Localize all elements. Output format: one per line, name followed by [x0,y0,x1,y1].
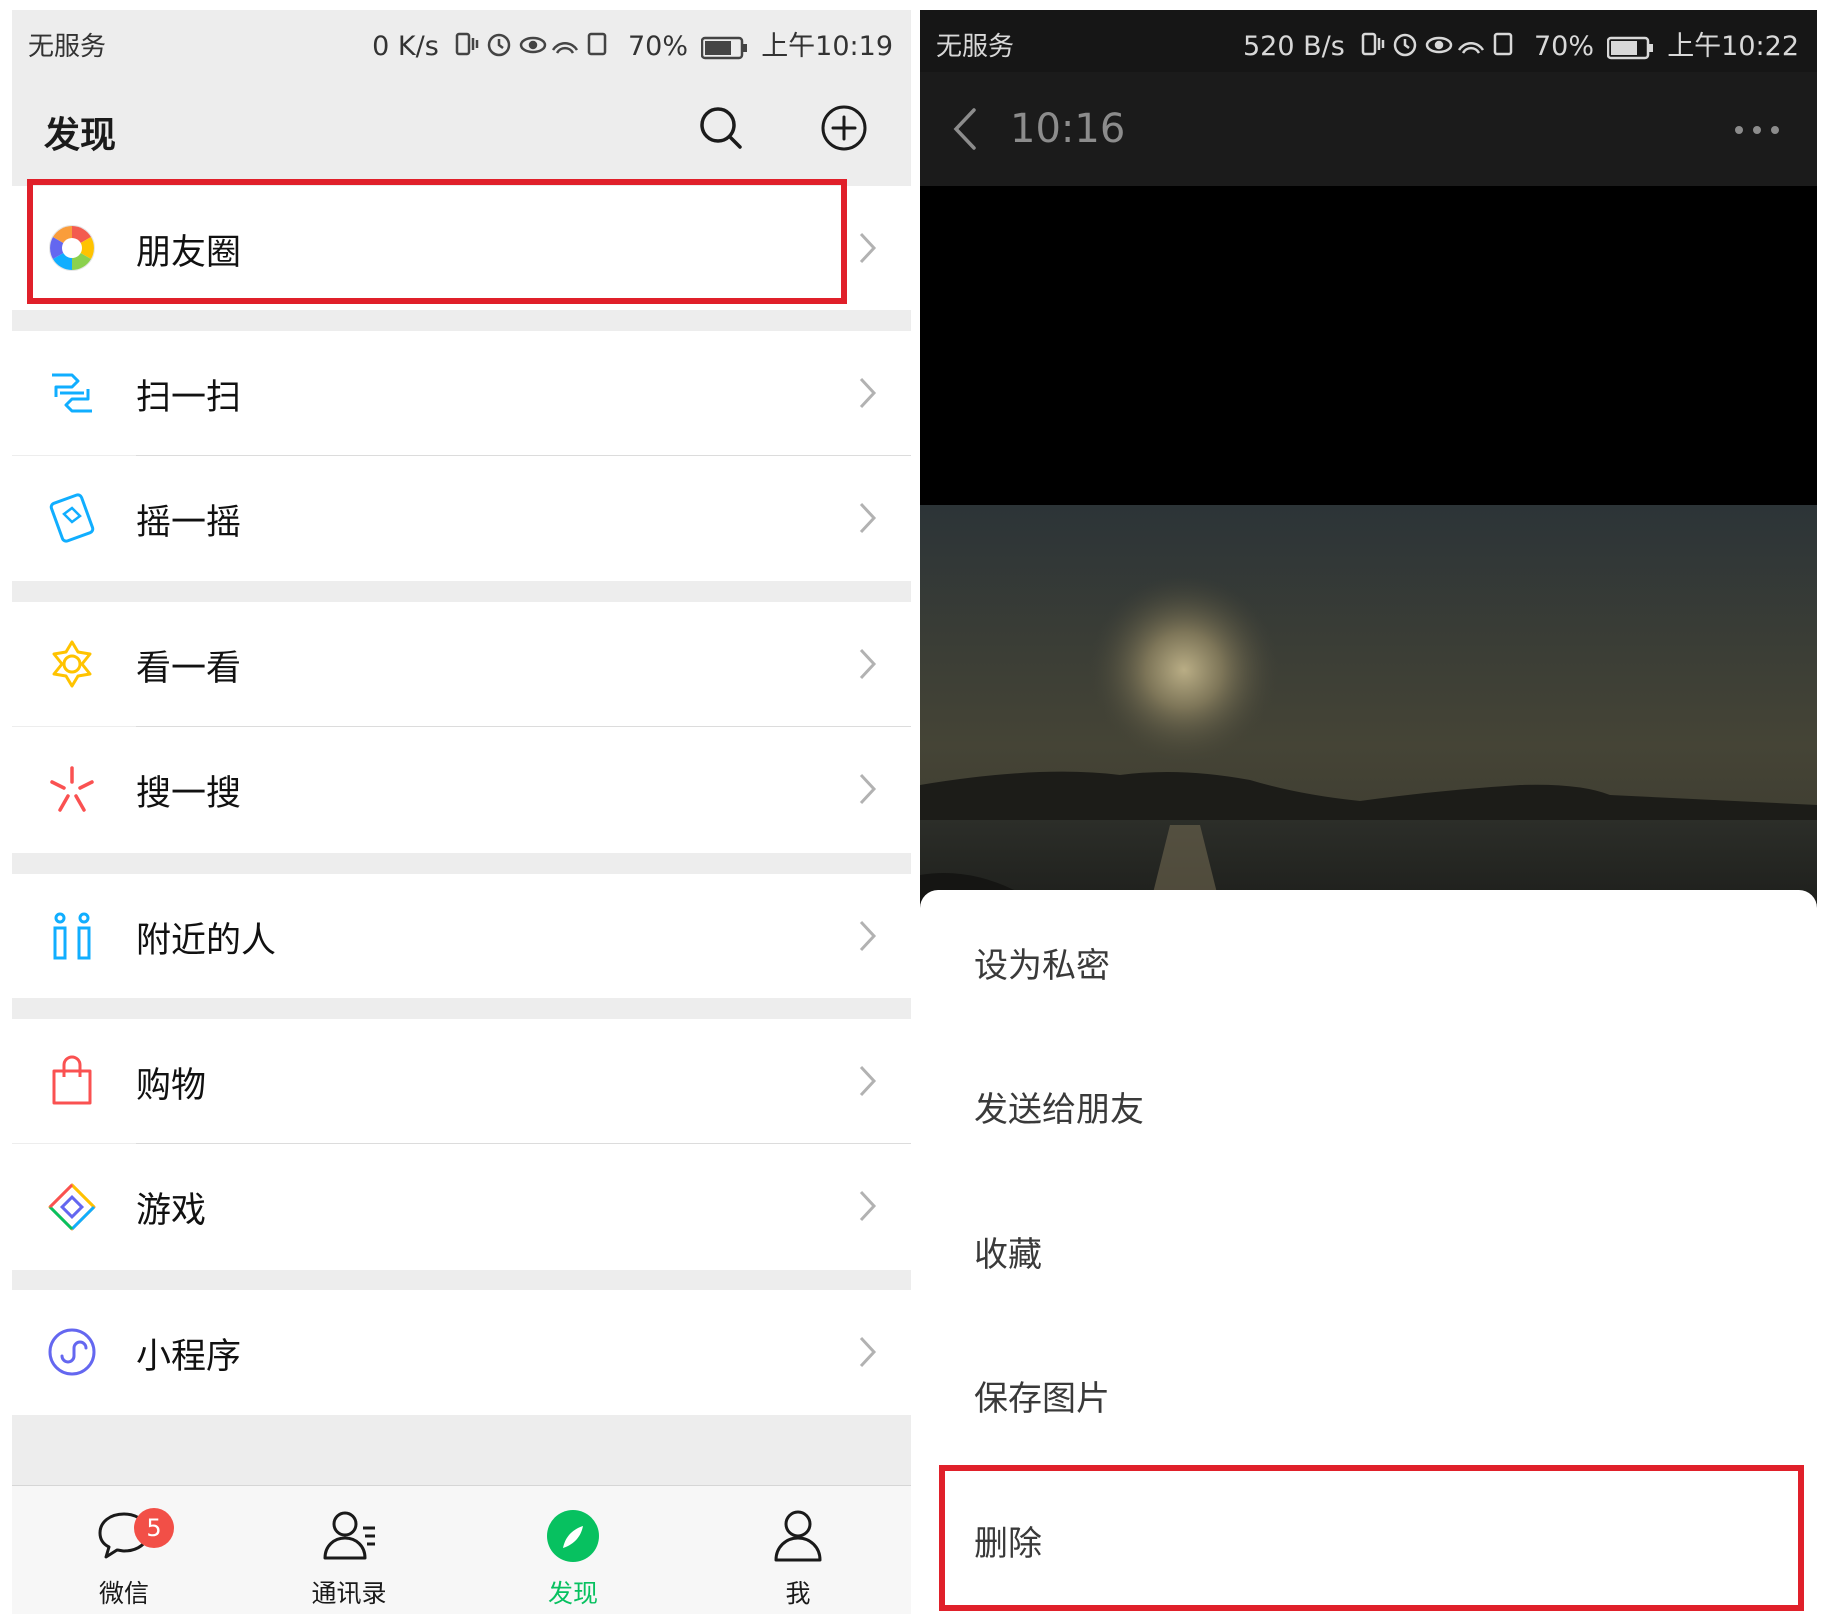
search-icon[interactable] [697,104,745,152]
clock-text: 上午10:22 [1667,31,1799,62]
menu-item-label: 购物 [136,1066,207,1106]
discover-screen: 无服务 0 K/s 70% 上午10:19 发现 朋友圈 扫一扫 摇一摇 看一看… [12,10,911,1614]
menu-item-label: 摇一摇 [136,503,242,543]
page-title: 发现 [44,115,117,156]
unread-badge: 5 [134,1508,174,1548]
status-icons [1359,30,1519,65]
search-sparkle-icon [50,766,94,812]
menu-item-label: 搜一搜 [136,774,242,814]
discover-compass-icon [547,1510,599,1562]
status-icons [453,30,613,65]
tab-label: 我 [785,1579,811,1608]
menu-item-label: 小程序 [136,1337,242,1377]
battery-icon [700,36,747,59]
more-options-icon[interactable] [1733,120,1781,140]
highlight-box-moments [27,179,847,304]
profile-icon [774,1510,822,1562]
network-speed: 0 K/s [372,31,439,62]
menu-item-label: 看一看 [136,649,242,689]
clock-text: 上午10:19 [761,31,893,62]
tab-label: 通讯录 [311,1579,387,1608]
contacts-icon [323,1511,375,1560]
battery-text: 70% [1533,31,1594,62]
top-stories-icon [52,640,92,688]
chevron-right-icon [859,1336,877,1368]
photo-header: 10:16 [920,72,1817,186]
menu-item-games[interactable]: 游戏 [12,1144,911,1270]
tab-contacts[interactable]: 通讯录 [237,1486,461,1614]
status-bar: 无服务 0 K/s 70% 上午10:19 [12,10,911,72]
shopping-bag-icon [52,1055,92,1105]
menu-item-search[interactable]: 搜一搜 [12,727,911,853]
action-save-image[interactable]: 保存图片 [974,1371,1110,1420]
add-icon[interactable] [820,104,868,152]
menu-item-scan[interactable]: 扫一扫 [12,331,911,455]
bottom-tab-bar: 5 微信 通讯录 发现 我 [12,1485,911,1614]
menu-item-label: 附近的人 [136,921,277,961]
tab-label: 发现 [547,1579,598,1608]
carrier-text: 无服务 [28,32,107,62]
sunset-photo[interactable] [920,505,1817,905]
photo-timestamp: 10:16 [1010,106,1126,152]
menu-item-label: 扫一扫 [136,378,242,418]
menu-item-top-stories[interactable]: 看一看 [12,602,911,726]
action-set-private[interactable]: 设为私密 [974,938,1110,987]
scan-icon [52,373,92,413]
status-right: 0 K/s 70% 上午10:19 [372,24,893,65]
status-right: 520 B/s 70% 上午10:22 [1243,24,1799,65]
menu-item-shake[interactable]: 摇一摇 [12,456,911,581]
chevron-right-icon [859,1190,877,1222]
chevron-right-icon [859,232,877,264]
menu-item-people-nearby[interactable]: 附近的人 [12,874,911,998]
chevron-right-icon [859,1065,877,1097]
chevron-right-icon [859,648,877,680]
chevron-right-icon [859,920,877,952]
menu-item-shopping[interactable]: 购物 [12,1019,911,1143]
tab-chats[interactable]: 5 微信 [12,1486,236,1614]
tab-label: 微信 [98,1579,149,1608]
chevron-right-icon [859,502,877,534]
highlight-box-delete [939,1465,1804,1611]
mini-programs-icon [48,1328,96,1376]
discover-header: 发现 [12,72,911,186]
chevron-right-icon [859,377,877,409]
menu-item-mini-programs[interactable]: 小程序 [12,1290,911,1415]
shake-icon [49,493,95,543]
status-bar: 无服务 520 B/s 70% 上午10:22 [920,10,1817,72]
battery-icon [1606,36,1653,59]
back-arrow-icon[interactable] [950,106,980,152]
photo-viewer-screen: 无服务 520 B/s 70% 上午10:22 10:16 设为私密 发送给朋友… [920,10,1817,1614]
people-nearby-icon [53,912,91,960]
carrier-text: 无服务 [936,32,1015,62]
battery-text: 70% [627,31,688,62]
tab-discover[interactable]: 发现 [461,1486,685,1614]
tab-me[interactable]: 我 [686,1486,910,1614]
chevron-right-icon [859,773,877,805]
network-speed: 520 B/s [1242,31,1345,62]
action-favorite[interactable]: 收藏 [974,1227,1042,1276]
games-icon [48,1183,96,1231]
menu-item-label: 游戏 [136,1191,207,1231]
action-send-to-friend[interactable]: 发送给朋友 [974,1082,1144,1131]
